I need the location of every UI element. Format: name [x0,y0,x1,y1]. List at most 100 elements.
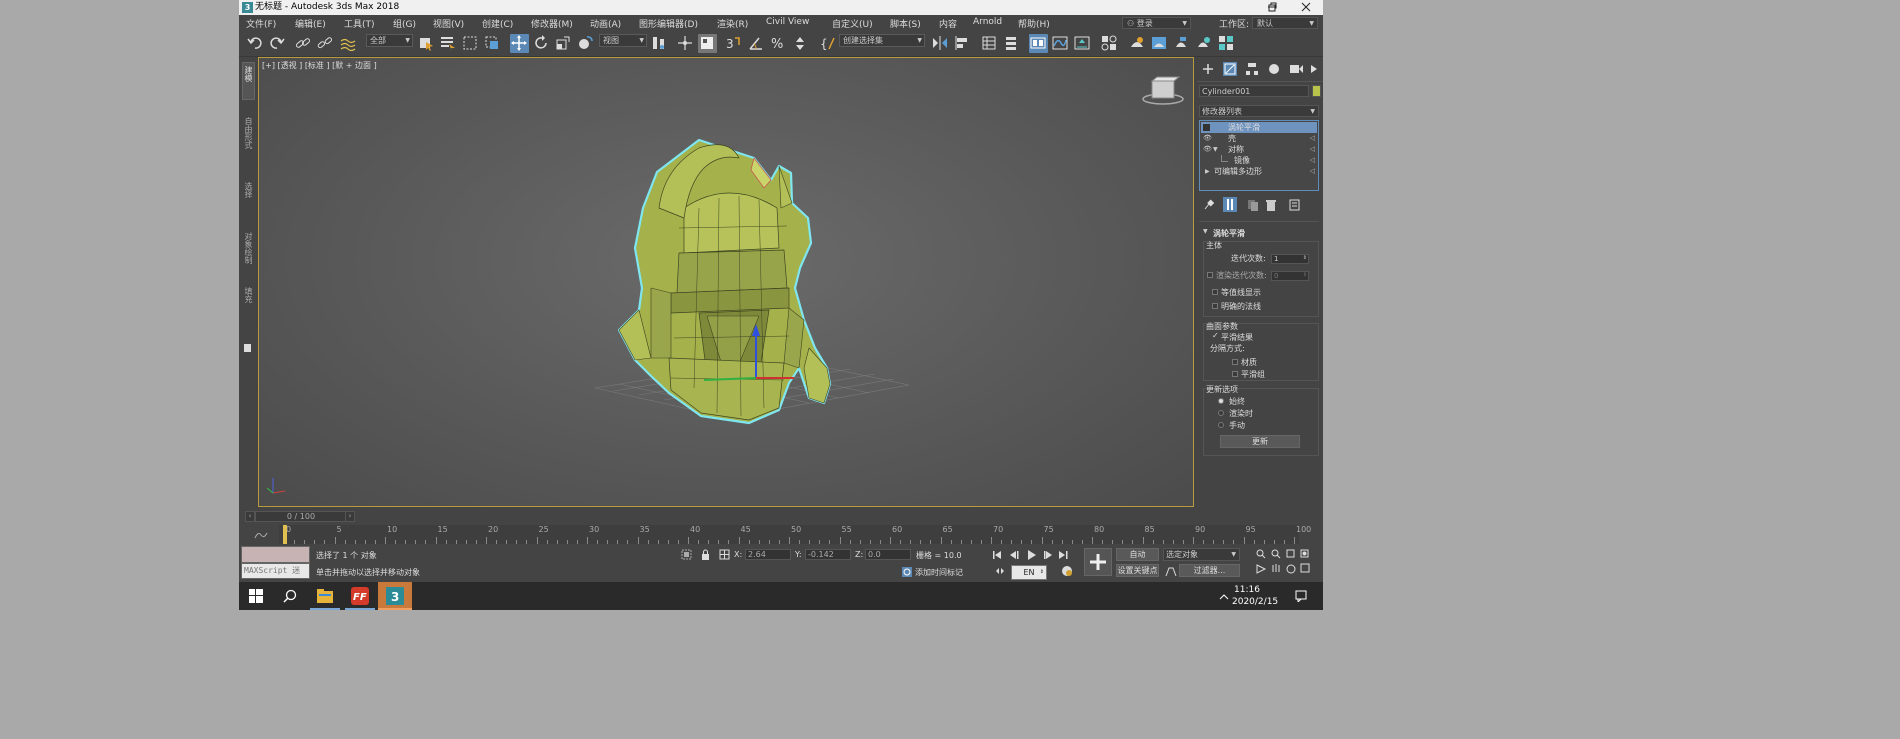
menu-animation[interactable]: 动画(A) [590,17,621,30]
turbosmooth-rollout-header[interactable]: ▼ 涡轮平滑 [1199,228,1319,240]
menu-create[interactable]: 创建(C) [482,17,513,30]
toggle-ribbon-button[interactable] [1029,34,1048,53]
expand-arrow-icon[interactable]: ▶ [1205,166,1210,177]
hierarchy-tab[interactable] [1245,62,1259,76]
viewport-navigation-controls[interactable] [1255,548,1315,578]
time-tag-icon[interactable] [901,566,913,578]
menu-group[interactable]: 组(G) [393,17,416,30]
menu-customize[interactable]: 自定义(U) [832,17,873,30]
notification-icon[interactable] [1295,590,1307,602]
curve-editor-button[interactable] [1051,34,1070,53]
when-rendering-radio[interactable] [1218,410,1224,416]
unlink-button[interactable] [316,34,335,53]
absolute-mode-icon[interactable] [719,549,730,560]
trackbar[interactable]: 0 5 10 15 20 25 30 35 40 45 50 55 60 65 70 75 80 85 90 95 10… [279,525,1311,544]
undo-button[interactable] [246,34,265,53]
time-slider-thumb[interactable] [283,525,287,544]
motion-tab[interactable] [1267,62,1281,76]
search-button[interactable] [273,582,307,610]
update-button[interactable]: 更新 [1220,435,1300,448]
configure-modifier-sets-icon[interactable] [1289,199,1301,211]
z-coordinate-field[interactable]: 0.0 [865,549,911,560]
layer-explorer-button[interactable] [1002,34,1021,53]
menu-arnold[interactable]: Arnold [973,17,1002,27]
select-and-move-button[interactable] [510,34,529,53]
menu-file[interactable]: 文件(F) [246,17,276,30]
taskbar-3ds-max[interactable]: 3 [378,582,412,610]
eye-icon[interactable]: 👁 [1203,133,1212,144]
utilities-tab[interactable] [1309,62,1319,76]
menu-content[interactable]: 内容 [939,17,957,30]
snaps-toggle-button[interactable]: 3 [725,34,744,53]
current-frame-field[interactable]: EN ⇕ [1011,565,1047,580]
render-setup-button[interactable] [1128,34,1147,53]
render-in-cloud-button[interactable] [1194,34,1213,53]
ribbon-toggle-icon[interactable] [244,344,251,352]
menu-edit[interactable]: 编辑(E) [295,17,326,30]
previous-frame-arrow[interactable]: ‹ [245,511,255,522]
percent-snap-button[interactable]: % [769,34,788,53]
render-production-button[interactable] [1172,34,1191,53]
time-slider[interactable]: 0 / 100 [255,511,347,522]
display-tab[interactable] [1289,62,1303,76]
login-dropdown[interactable]: ⚇ 登录 ▼ [1122,17,1191,29]
select-and-scale-button[interactable] [554,34,573,53]
freeform-tab[interactable]: 自由形式 [243,117,254,149]
schematic-view-button[interactable] [1073,34,1092,53]
set-key-button[interactable] [1084,548,1112,576]
add-time-tag[interactable]: 添加时间标记 [915,567,963,578]
stack-item-shell[interactable]: 👁 壳 ◁ [1201,133,1317,144]
object-name-field[interactable]: Cylinder001 [1199,85,1309,97]
select-by-name-button[interactable] [439,34,458,53]
start-button[interactable] [239,582,273,610]
align-button[interactable] [953,34,972,53]
next-frame-arrow[interactable]: › [345,511,355,522]
light-bulb-icon[interactable] [1203,124,1210,131]
smoothing-groups-checkbox[interactable] [1232,371,1238,377]
material-editor-button[interactable] [1100,34,1119,53]
menu-scripting[interactable]: 脚本(S) [890,17,921,30]
manually-radio[interactable] [1218,422,1224,428]
menu-graph-editors[interactable]: 图形编辑器(D) [639,17,698,30]
modifier-list-dropdown[interactable]: 修改器列表 ▼ [1199,105,1319,117]
taskbar-file-explorer[interactable] [308,582,342,610]
taskbar-app-ff[interactable]: FF [343,582,377,610]
checkmark-icon[interactable]: ✓ [1212,331,1219,340]
pin-stack-icon[interactable] [1202,199,1214,211]
clock-time[interactable]: 11:16 [1232,585,1262,595]
workspace-dropdown[interactable]: 默认 ▼ [1252,17,1318,29]
angle-snap-button[interactable] [747,34,766,53]
clock-date[interactable]: 2020/2/15 [1232,597,1278,607]
isolate-selection-icon[interactable] [681,549,692,560]
mirror-button[interactable] [931,34,950,53]
rendered-frame-window-button[interactable] [1150,34,1169,53]
link-button[interactable] [294,34,313,53]
render-iterations-spinner[interactable]: 0 ⇕ [1271,271,1309,281]
use-pivot-center-button[interactable] [650,34,669,53]
y-coordinate-field[interactable]: -0.142 [805,549,851,560]
selection-tab[interactable]: 选择 [243,182,254,198]
select-and-rotate-button[interactable] [532,34,551,53]
rectangular-selection-button[interactable] [461,34,480,53]
maxscript-listener-output[interactable] [241,546,310,563]
menu-civil-view[interactable]: Civil View [766,17,809,27]
trash-icon[interactable] [1265,199,1277,211]
show-hidden-icons-icon[interactable] [1219,593,1229,601]
viewcube-icon[interactable] [1141,76,1185,106]
modify-tab[interactable] [1223,62,1237,76]
create-tab[interactable] [1201,62,1215,76]
auto-key-button[interactable]: 自动 [1116,548,1159,561]
isoline-display-checkbox[interactable] [1212,289,1218,295]
select-manipulate-button[interactable] [676,34,695,53]
time-configuration-icon[interactable] [1061,565,1073,577]
menu-views[interactable]: 视图(V) [433,17,464,30]
stack-item-editable-poly[interactable]: ▶ 可编辑多边形 ◁ [1201,166,1317,177]
menu-modifiers[interactable]: 修改器(M) [531,17,573,30]
scene-explorer-button[interactable] [980,34,999,53]
menu-tools[interactable]: 工具(T) [344,17,375,30]
make-unique-icon[interactable] [1247,199,1259,211]
reference-coordinate-dropdown[interactable]: 视图 ▼ [599,34,647,47]
selection-filter-dropdown[interactable]: 全部 ▼ [366,34,413,47]
select-and-place-button[interactable] [576,34,595,53]
key-filter-selection-dropdown[interactable]: 选定对象 ▼ [1163,548,1240,561]
